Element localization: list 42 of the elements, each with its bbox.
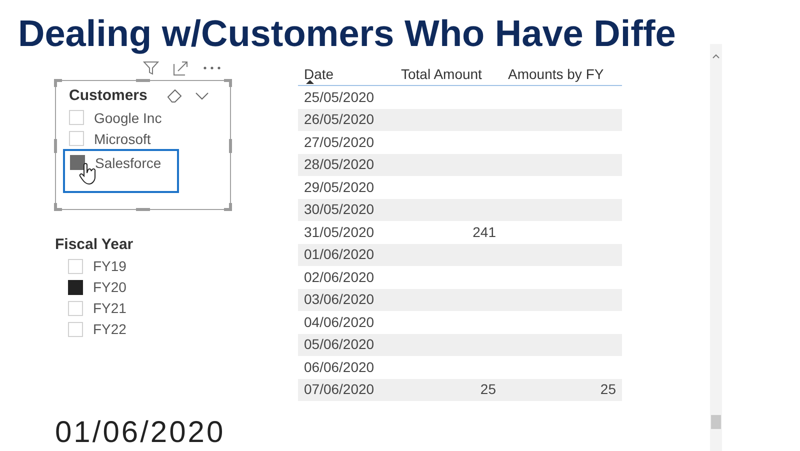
table-cell-text: 25/05/2020 [303, 88, 376, 107]
table-cell-text: 03/06/2020 [303, 290, 376, 310]
slicer-item-label[interactable]: Salesforce [95, 155, 162, 171]
table-cell-text: 241 [472, 222, 497, 242]
slicer-item-label[interactable]: FY22 [93, 319, 126, 340]
filter-icon[interactable] [143, 60, 159, 76]
slicer-title: Fiscal Year [55, 235, 134, 255]
checkbox[interactable] [70, 155, 85, 170]
card-value: 01/06/2020 [55, 417, 226, 449]
column-header[interactable]: Amounts by FY [502, 64, 622, 85]
scrollbar-track[interactable] [710, 44, 722, 451]
table-cell-text: 04/06/2020 [303, 312, 376, 332]
column-header[interactable]: Total Amount [395, 64, 502, 85]
chevron-down-icon[interactable] [195, 92, 210, 100]
table-cell-text: 26/05/2020 [303, 110, 376, 130]
sort-ascending-icon[interactable] [306, 80, 314, 84]
table-cell-text: 29/05/2020 [303, 178, 376, 197]
table-cell-text: 06/06/2020 [303, 358, 376, 377]
more-options-icon[interactable] [203, 66, 221, 70]
table-cell-text: 31/05/2020 [303, 222, 376, 242]
slicer-item-label[interactable]: FY21 [93, 298, 126, 319]
slicer-item-label[interactable]: Microsoft [94, 130, 151, 146]
checkbox[interactable] [68, 280, 83, 295]
slicer-title: Customers [69, 86, 148, 106]
table-cell-text: 02/06/2020 [303, 268, 376, 287]
column-header[interactable]: Date [298, 64, 395, 85]
expand-icon[interactable] [173, 60, 189, 76]
table-cell-text: 25 [479, 380, 497, 400]
table-cell-text: 07/06/2020 [303, 380, 376, 400]
scrollbar-thumb[interactable] [711, 415, 721, 429]
table-cell-text: 30/05/2020 [303, 200, 376, 220]
table-cell-text: 01/06/2020 [303, 245, 376, 264]
table-cell-text: 05/06/2020 [303, 335, 376, 354]
scroll-up-icon[interactable] [712, 54, 720, 59]
page-title: Dealing w/Customers Who Have Diffe [17, 12, 677, 56]
slicer-item-label[interactable]: FY19 [93, 256, 126, 277]
table-cell-text: 28/05/2020 [303, 155, 376, 174]
hand-cursor-icon [79, 163, 97, 185]
slicer-item-label[interactable]: Google Inc [94, 110, 162, 126]
table-cell-text: 25 [599, 380, 617, 400]
table-cell-text: 27/05/2020 [303, 132, 376, 152]
slicer-item-label[interactable]: FY20 [93, 277, 126, 298]
